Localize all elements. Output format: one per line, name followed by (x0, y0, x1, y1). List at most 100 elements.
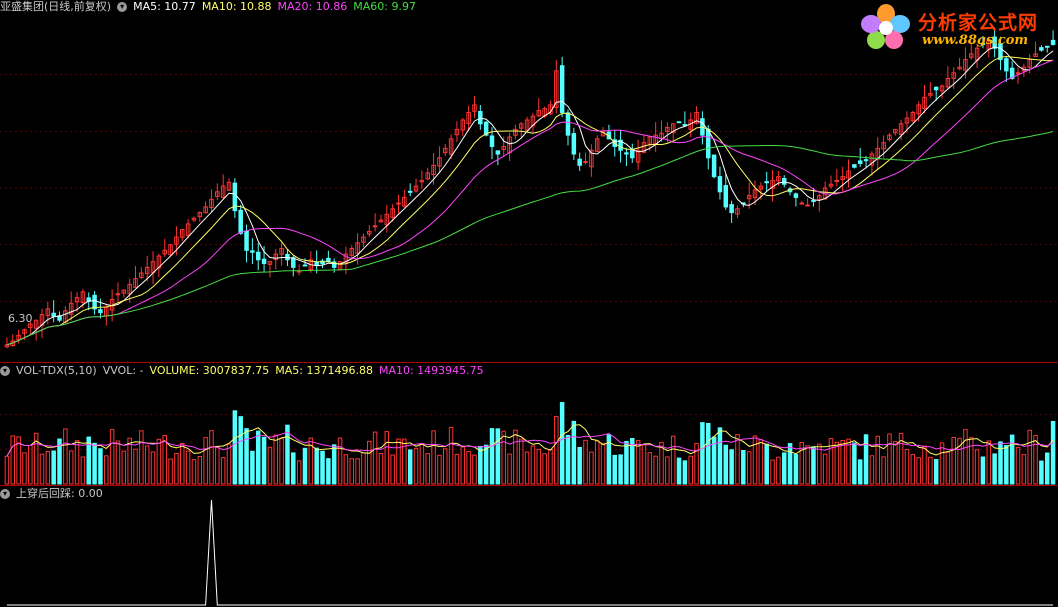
volume-bar (92, 442, 97, 485)
price-ma5-line (6, 46, 1054, 346)
candle-body (1004, 58, 1009, 72)
volume-bar (565, 434, 571, 485)
volume-bar (688, 455, 693, 485)
volume-bar (852, 442, 857, 485)
volume-bar (255, 430, 261, 485)
volume-bar (869, 455, 875, 485)
volume-bar (302, 447, 308, 485)
ma60-label: MA60: 9.97 (353, 0, 416, 13)
vol-title[interactable]: VOL-TDX(5,10) (16, 364, 97, 377)
candle-body (314, 261, 319, 266)
volume-bar (367, 440, 372, 485)
volume-bar (974, 449, 980, 485)
candle-body (302, 264, 308, 267)
volume-bar (443, 448, 448, 485)
volume-bar (104, 455, 109, 485)
volume-bar (1009, 434, 1015, 485)
volume-bar (139, 430, 144, 485)
volume-bar (384, 431, 390, 485)
volume-bar (1021, 454, 1027, 485)
volume-bar (466, 451, 471, 485)
volume-bar (261, 436, 267, 485)
volume-bar (396, 438, 401, 485)
volume-bar (74, 440, 80, 485)
candle-body (238, 209, 243, 234)
volume-bar (220, 457, 226, 485)
volume-bar (624, 440, 629, 485)
candle-body (834, 179, 840, 182)
candle-body (92, 294, 97, 310)
volume-bar (349, 458, 354, 485)
volume-bar (489, 428, 495, 485)
volume-bar (536, 448, 542, 485)
volume-bar (1039, 460, 1044, 485)
volume-bar (530, 445, 536, 485)
volume-bar (80, 456, 86, 485)
candle-body (781, 178, 787, 185)
volume-bar (150, 451, 156, 485)
volume-bar (1050, 420, 1056, 485)
candle-body (676, 121, 682, 124)
volume-bar (472, 454, 477, 485)
volume-bar (337, 437, 343, 485)
volume-bar (63, 428, 68, 485)
indicator-title[interactable]: 上穿后回踩 (16, 487, 71, 500)
price-ma60-line (6, 131, 1054, 346)
menu-circle-icon[interactable]: ▾ (117, 2, 128, 12)
volume-bar (174, 453, 179, 485)
menu-circle-icon[interactable]: ▾ (0, 489, 10, 499)
volume-bar (121, 450, 127, 485)
volume-bar (893, 441, 898, 485)
volume-bar (583, 439, 588, 485)
candle-body (255, 251, 261, 261)
candle-body (764, 181, 769, 184)
candle-body (723, 185, 729, 208)
volume-bar (1004, 445, 1009, 485)
volume-bar (483, 444, 489, 485)
volume-bar (840, 440, 845, 485)
volume-bar (296, 460, 302, 485)
candle-body (296, 270, 302, 273)
volume-bar (881, 456, 886, 485)
volume-bar (355, 458, 360, 485)
volume-bar (361, 452, 366, 485)
volume-bar (314, 447, 319, 485)
volume-bar (817, 443, 822, 485)
volume-bar (238, 416, 243, 485)
candle-body (250, 250, 255, 253)
volume-bar (454, 453, 460, 485)
volume-bar (951, 436, 956, 485)
menu-circle-icon[interactable]: ▾ (0, 366, 10, 376)
candle-body (933, 86, 939, 91)
volume-bar (670, 435, 676, 485)
volume-bar (846, 438, 851, 485)
volume-bar (279, 438, 284, 485)
volume-bar (916, 457, 921, 485)
main-legend: 亚盛集团(日线,前复权) ▾ MA5: 10.77 MA10: 10.88 MA20: … (0, 0, 422, 14)
volume-bar (741, 450, 746, 485)
volume-bar (980, 456, 986, 485)
volume-bar (653, 455, 658, 485)
candle-body (396, 202, 401, 205)
volume-bar (822, 453, 828, 485)
volume-bar (144, 445, 150, 485)
volume-bar (863, 434, 869, 485)
volume-bar (612, 454, 617, 485)
volume-bar (10, 435, 16, 485)
volume-bar (156, 438, 162, 485)
volume-bar (507, 453, 512, 485)
stock-title[interactable]: 亚盛集团(日线,前复权) (0, 0, 111, 13)
volume-bar (676, 457, 682, 485)
volume-bar (723, 444, 729, 485)
volume-bar (729, 449, 734, 485)
volume-bar (215, 446, 220, 485)
candle-body (326, 257, 331, 263)
watermark-title: 分析家公式网 (918, 12, 1039, 34)
volume-bar (992, 453, 997, 485)
volume-bar (209, 430, 214, 485)
volume-bar (232, 410, 238, 485)
volume-bar (887, 433, 892, 485)
volume-bar (1015, 446, 1021, 485)
volume-bar (770, 459, 775, 485)
volume-bar (577, 446, 582, 485)
